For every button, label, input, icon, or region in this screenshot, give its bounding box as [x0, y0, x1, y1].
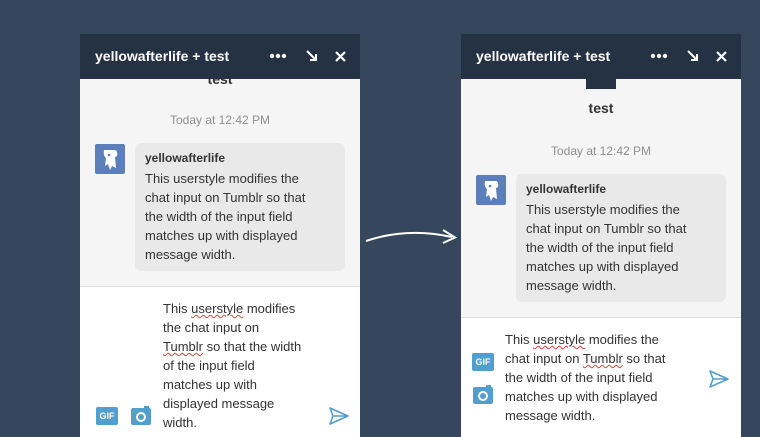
gif-icon[interactable]: GIF [472, 353, 494, 371]
more-icon[interactable] [268, 46, 288, 66]
timestamp: Today at 12:42 PM [550, 144, 652, 158]
send-icon[interactable] [708, 368, 730, 390]
message-author[interactable]: yellowafterlife [526, 182, 716, 196]
input-text[interactable]: This userstyle modifies the chat input o… [505, 330, 705, 425]
chat-header: yellowafterlife + test [461, 34, 741, 79]
close-icon[interactable] [330, 46, 350, 66]
arrow-icon [362, 225, 462, 255]
message-bubble: yellowafterlife This userstyle modifies … [516, 174, 726, 302]
input-text[interactable]: This userstyle modifies the chat input o… [163, 299, 333, 432]
send-icon[interactable] [328, 405, 350, 427]
chat-header: yellowafterlife + test [80, 34, 360, 79]
chat-title[interactable]: yellowafterlife + test [476, 48, 610, 64]
minimize-icon[interactable] [683, 46, 703, 66]
camera-icon[interactable] [472, 384, 494, 406]
avatar[interactable] [476, 175, 506, 205]
gif-icon[interactable]: GIF [96, 407, 118, 425]
timestamp: Today at 12:42 PM [169, 113, 271, 127]
avatar[interactable] [95, 144, 125, 174]
message-area: test Today at 12:42 PM yellowafterlife T… [461, 79, 741, 318]
message-author[interactable]: yellowafterlife [145, 151, 335, 165]
message-input[interactable]: This userstyle modifies the chat input o… [461, 317, 741, 437]
message-area: test Today at 12:42 PM yellowafterlife T… [80, 71, 360, 287]
chat-window-before: yellowafterlife + test test Today at 12:… [80, 34, 360, 437]
chat-title[interactable]: yellowafterlife + test [95, 48, 229, 64]
chat-window-after: yellowafterlife + test test Today at 12:… [461, 34, 741, 437]
participant-name: test [588, 100, 614, 116]
more-icon[interactable] [649, 46, 669, 66]
message-input[interactable]: This userstyle modifies the chat input o… [80, 286, 360, 437]
message-bubble: yellowafterlife This userstyle modifies … [135, 143, 345, 271]
close-icon[interactable] [711, 46, 731, 66]
avatar [586, 79, 616, 89]
message-text: This userstyle modifies the chat input o… [145, 171, 306, 262]
message-text: This userstyle modifies the chat input o… [526, 202, 687, 293]
camera-icon[interactable] [130, 405, 152, 427]
minimize-icon[interactable] [302, 46, 322, 66]
